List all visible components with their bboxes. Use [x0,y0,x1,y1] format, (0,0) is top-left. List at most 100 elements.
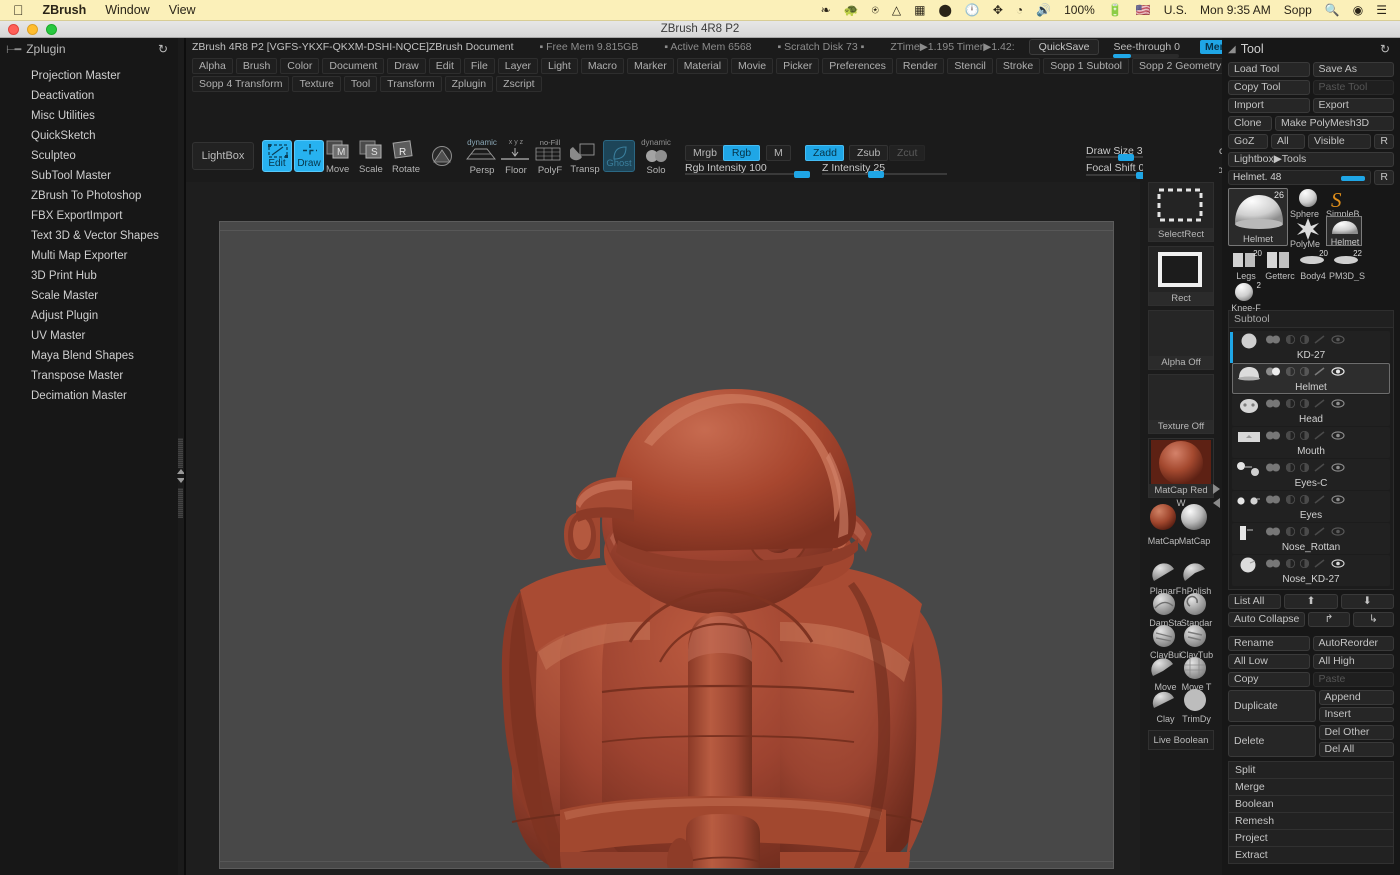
battery-charging-icon[interactable]: 🔋 [1108,4,1123,16]
evernote-icon[interactable]: 🐢 [844,4,859,16]
half-circle-icon[interactable] [1286,335,1295,344]
brush-planarf[interactable]: PlanarF [1150,560,1181,596]
speech-bubble-icon[interactable]: ⬤ [938,4,951,16]
3d-canvas[interactable] [219,221,1114,869]
move-icon[interactable]: ✥ [993,4,1003,16]
move-down-level-button[interactable]: ↳ [1353,612,1394,627]
persp-button[interactable]: dynamic Persp [465,139,499,176]
section-boolean[interactable]: Boolean [1228,796,1394,813]
floor-button[interactable]: x y z Floor [499,139,533,176]
subtool-row-head[interactable]: Head [1232,395,1390,426]
import-button[interactable]: Import [1228,98,1310,113]
paste-subtool-button[interactable]: Paste [1313,672,1395,687]
zplugin-item-uv-master[interactable]: UV Master [0,326,178,346]
tool-thumb-polymesh[interactable]: PolyMe [1291,218,1324,246]
all-low-button[interactable]: All Low [1228,654,1310,669]
scale-button[interactable]: S Scale [359,140,391,172]
zplugin-item-multi-map-exporter[interactable]: Multi Map Exporter [0,246,178,266]
visibility-toggle-icon[interactable] [1265,399,1281,408]
menu-zbrush[interactable]: ZBrush [43,3,87,17]
us-flag-icon[interactable]: 🇺🇸 [1136,4,1151,16]
subtool-row-nose-rottan[interactable]: Nose_Rottan [1232,523,1390,554]
brush-damstandard[interactable]: DamSta [1150,592,1181,628]
tool-thumb-getterc[interactable]: Getterc [1262,250,1296,278]
menu-material[interactable]: Material [677,58,728,74]
refresh-icon[interactable]: ↻ [158,42,168,56]
rgb-intensity-track[interactable] [685,173,810,175]
menu-light[interactable]: Light [541,58,578,74]
menu-stencil[interactable]: Stencil [947,58,993,74]
copy-tool-button[interactable]: Copy Tool [1228,80,1310,95]
input-locale[interactable]: U.S. [1164,3,1187,17]
eye-icon[interactable] [1331,495,1345,504]
zplugin-item-subtool-master[interactable]: SubTool Master [0,166,178,186]
contrast-icon[interactable] [1300,527,1309,536]
brush-standard[interactable]: Standar [1181,592,1212,628]
zplugin-item-zbrush-to-photoshop[interactable]: ZBrush To Photoshop [0,186,178,206]
append-button[interactable]: Append [1319,690,1395,705]
brush-claytubes[interactable]: ClayTub [1181,624,1212,660]
visibility-toggle-icon[interactable] [1265,335,1281,344]
subtool-toggles[interactable] [1265,399,1345,408]
eye-icon[interactable] [1331,431,1345,440]
m-button[interactable]: M [766,145,791,161]
texture-swatch[interactable]: Texture Off [1148,374,1214,434]
zsub-button[interactable]: Zsub [849,145,888,161]
volume-icon[interactable]: 🔊 [1036,4,1051,16]
polypaint-icon[interactable] [1314,495,1326,504]
menu-sopp-2-geometry[interactable]: Sopp 2 Geometry [1132,58,1228,74]
subtool-toggles[interactable] [1265,431,1345,440]
zplugin-item-maya-blend-shapes[interactable]: Maya Blend Shapes [0,346,178,366]
menu-texture[interactable]: Texture [292,76,340,92]
current-tool-r-button[interactable]: R [1374,170,1394,185]
menu-picker[interactable]: Picker [776,58,819,74]
autoreorder-button[interactable]: AutoReorder [1313,636,1395,651]
list-all-button[interactable]: List All [1228,594,1281,609]
zplugin-item-text-3d-vector-shapes[interactable]: Text 3D & Vector Shapes [0,226,178,246]
menu-zscript[interactable]: Zscript [496,76,542,92]
del-other-button[interactable]: Del Other [1319,725,1395,740]
visibility-toggle-icon[interactable] [1265,367,1281,376]
half-circle-icon[interactable] [1286,367,1295,376]
contrast-icon[interactable] [1300,495,1309,504]
tool-thumb-helmet-large[interactable]: 26 Helmet [1228,188,1288,246]
visibility-toggle-icon[interactable] [1265,559,1281,568]
bartender-icon[interactable]: ▦ [914,4,925,16]
save-as-button[interactable]: Save As [1313,62,1395,77]
zplugin-item-projection-master[interactable]: Projection Master [0,66,178,86]
stroke-rect-swatch[interactable]: Rect [1148,246,1214,306]
r-button[interactable]: R [1374,134,1394,149]
menu-edit[interactable]: Edit [429,58,461,74]
subtool-toggles[interactable] [1265,527,1345,536]
z-intensity-knob[interactable] [868,171,884,178]
duplicate-button[interactable]: Duplicate [1228,690,1316,722]
polypaint-icon[interactable] [1314,367,1326,376]
delete-button[interactable]: Delete [1228,725,1316,757]
brush-claybuildup[interactable]: ClayBui [1150,624,1181,660]
subtool-row-kd-27[interactable]: KD-27 [1232,331,1390,362]
material-swatch[interactable]: MatCap Red W [1148,438,1214,498]
quicksave-button[interactable]: QuickSave [1029,39,1100,55]
rename-button[interactable]: Rename [1228,636,1310,651]
half-circle-icon[interactable] [1286,431,1295,440]
subtool-toggles[interactable] [1265,335,1345,344]
menu-macro[interactable]: Macro [581,58,624,74]
move-up-button[interactable]: ⬆ [1284,594,1337,609]
google-drive-icon[interactable]: △ [892,4,901,16]
polypaint-icon[interactable] [1314,527,1326,536]
move-down-button[interactable]: ⬇ [1341,594,1394,609]
menu-view[interactable]: View [169,3,196,17]
menu-file[interactable]: File [464,58,495,74]
subtool-toggles[interactable] [1265,559,1345,568]
subtool-row-nose-kd-27[interactable]: Nose_KD-27 [1232,555,1390,586]
tool-thumb-body4[interactable]: 20 Body4 [1296,250,1330,278]
menu-transform[interactable]: Transform [380,76,441,92]
eye-icon[interactable] [1331,335,1345,344]
paste-tool-button[interactable]: Paste Tool [1313,80,1395,95]
menu-brush[interactable]: Brush [236,58,277,74]
subtool-toggles[interactable] [1265,367,1345,376]
menu-layer[interactable]: Layer [498,58,538,74]
wifi-icon[interactable]: ◔ [1016,4,1023,16]
shelf-expand-left-icon[interactable] [1213,498,1220,508]
contrast-icon[interactable] [1300,431,1309,440]
